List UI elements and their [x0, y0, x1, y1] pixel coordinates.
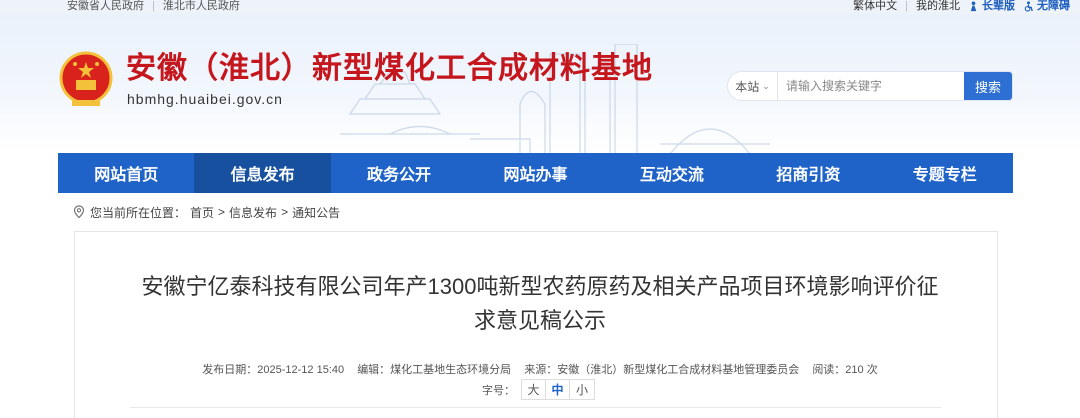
site-header: 安徽（淮北）新型煤化工合成材料基地 hbmhg.huaibei.gov.cn 本…	[0, 14, 1080, 153]
search-input[interactable]	[778, 72, 964, 100]
top-utility-bar: 安徽省人民政府 | 淮北市人民政府 繁体中文 | 我的淮北 长辈版 无障碍	[0, 0, 1080, 14]
font-size-small-button[interactable]: 小	[570, 380, 594, 399]
national-emblem-logo	[59, 51, 113, 106]
link-anhui-gov[interactable]: 安徽省人民政府	[63, 0, 148, 12]
nav-investment[interactable]: 招商引资	[740, 153, 876, 193]
nav-services[interactable]: 网站办事	[467, 153, 603, 193]
publish-date: 发布日期：2025-12-12 15:40	[202, 364, 345, 376]
search-scope-select[interactable]: 本站 ⌄	[728, 72, 778, 100]
accessibility-icon	[1024, 0, 1033, 12]
breadcrumb-separator: >	[218, 205, 226, 219]
main-nav: 网站首页 信息发布 政务公开 网站办事 互动交流 招商引资 专题专栏	[58, 153, 1013, 193]
breadcrumb-notices[interactable]: 通知公告	[292, 204, 340, 221]
source: 来源：安徽（淮北）新型煤化工合成材料基地管理委员会	[524, 364, 800, 376]
editor: 编辑：煤化工基地生态环境分局	[357, 364, 512, 376]
article-meta: 发布日期：2025-12-12 15:40 编辑：煤化工基地生态环境分局 来源：…	[0, 361, 1080, 377]
font-size-selector: 字号： 大 中 小	[482, 379, 595, 400]
nav-interaction[interactable]: 互动交流	[604, 153, 740, 193]
gov-links: 安徽省人民政府 | 淮北市人民政府	[63, 0, 244, 12]
search-box: 本站 ⌄ 搜索	[727, 71, 1013, 101]
breadcrumb: 您当前所在位置： 首页 > 信息发布 > 通知公告	[72, 204, 340, 220]
nav-home[interactable]: 网站首页	[58, 153, 194, 193]
view-count: 阅读：210 次	[812, 364, 878, 376]
meta-divider	[130, 407, 941, 408]
accessibility-label: 无障碍	[1037, 0, 1070, 12]
divider: |	[905, 0, 908, 12]
breadcrumb-info-release[interactable]: 信息发布	[229, 204, 277, 221]
elder-mode-link[interactable]: 长辈版	[968, 0, 1015, 12]
article-title-line-2: 求意见稿公示	[473, 308, 606, 333]
accessibility-link[interactable]: 无障碍	[1023, 0, 1070, 12]
nav-info-release[interactable]: 信息发布	[194, 153, 331, 193]
elder-icon	[970, 0, 977, 11]
search-button[interactable]: 搜索	[964, 72, 1012, 100]
font-size-buttons: 大 中 小	[521, 379, 595, 400]
site-domain: hbmhg.huaibei.gov.cn	[127, 91, 283, 107]
traditional-chinese-link[interactable]: 繁体中文	[853, 0, 897, 12]
breadcrumb-separator: >	[281, 205, 289, 219]
font-size-large-button[interactable]: 大	[522, 380, 546, 399]
search-scope-label: 本站	[735, 79, 760, 94]
utility-links: 繁体中文 | 我的淮北 长辈版 无障碍	[853, 0, 1070, 12]
article-title: 安徽宁亿泰科技有限公司年产1300吨新型农药原药及相关产品项目环境影响评价征 求…	[0, 270, 1080, 338]
link-huaibei-gov[interactable]: 淮北市人民政府	[159, 0, 244, 12]
font-size-medium-button[interactable]: 中	[546, 380, 570, 399]
my-huaibei-link[interactable]: 我的淮北	[916, 0, 960, 12]
font-size-label: 字号：	[482, 384, 515, 397]
chevron-down-icon: ⌄	[762, 80, 770, 91]
elder-mode-label: 长辈版	[982, 0, 1015, 12]
article-title-line-1: 安徽宁亿泰科技有限公司年产1300吨新型农药原药及相关产品项目环境影响评价征	[141, 274, 939, 299]
location-pin-icon	[73, 205, 85, 219]
site-title: 安徽（淮北）新型煤化工合成材料基地	[126, 51, 653, 86]
nav-gov-affairs[interactable]: 政务公开	[331, 153, 467, 193]
breadcrumb-prefix: 您当前所在位置：	[90, 205, 187, 220]
nav-special-topics[interactable]: 专题专栏	[877, 153, 1013, 193]
breadcrumb-home[interactable]: 首页	[190, 204, 214, 221]
divider: |	[152, 0, 155, 12]
